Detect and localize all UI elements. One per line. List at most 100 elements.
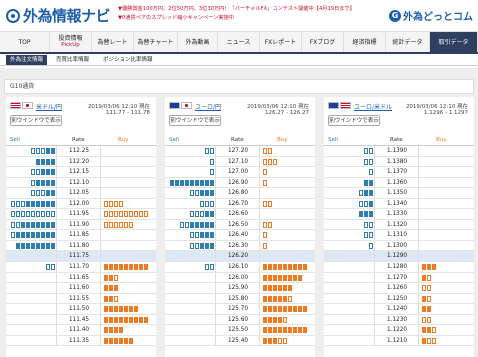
rate-value: 1.1280: [387, 264, 407, 271]
sell-cell: [165, 251, 215, 261]
nav-rates[interactable]: 為替レート: [92, 32, 134, 52]
sell-cell: [324, 325, 374, 335]
rate-value: 1.1220: [387, 327, 407, 334]
cell-divider: [56, 167, 57, 178]
buy-cell: [102, 230, 154, 240]
open-window-button[interactable]: 別ウインドウで表示: [10, 115, 62, 126]
rate-value: 111.90: [69, 221, 89, 228]
sell-cell: [6, 273, 56, 283]
order-row: 1.1370: [324, 167, 474, 178]
buy-cell: [420, 230, 472, 240]
currency-pair-link[interactable]: 米ドル/円: [36, 102, 62, 111]
sell-order-mark: [210, 232, 214, 239]
campaign-notice-1[interactable]: ▼優勝賞金100万円、2位50万円、3位30万円！「バーチャルFX」コンテスト開…: [118, 5, 355, 12]
cell-divider: [418, 230, 419, 241]
buy-cell: [102, 199, 154, 209]
sell-cell: [165, 304, 215, 314]
order-row: 111.90: [6, 219, 156, 231]
buy-cell: [102, 157, 154, 167]
nav-fx-report[interactable]: FXレポート: [260, 32, 302, 52]
nav-fx-blog[interactable]: FXブログ: [302, 32, 344, 52]
order-row: 112.10: [6, 177, 156, 189]
cell-divider: [215, 219, 216, 230]
update-time: 2019/03/06 12:10 現在: [246, 104, 309, 110]
sell-order-mark: [51, 221, 55, 228]
currency-pair-link[interactable]: ユーロ/円: [195, 102, 221, 111]
buy-cell: [420, 220, 472, 230]
sell-stop-mark: [200, 211, 204, 218]
sell-cell: [165, 157, 215, 167]
order-row: 126.80: [165, 188, 315, 199]
cell-divider: [100, 283, 101, 294]
buy-order-mark: [293, 306, 297, 313]
buy-stop-mark: [134, 211, 138, 218]
cell-divider: [215, 198, 216, 209]
order-row: 1.1210: [324, 335, 474, 347]
order-row: 1.1350: [324, 188, 474, 199]
buy-cell: [261, 304, 313, 314]
sell-order-mark: [200, 190, 204, 197]
rate-value: 1.1210: [387, 337, 407, 344]
cell-divider: [374, 314, 375, 325]
cell-divider: [418, 314, 419, 325]
sell-order-mark: [210, 221, 214, 228]
cell-divider: [56, 251, 57, 262]
cell-divider: [418, 177, 419, 188]
sell-cell: [324, 251, 374, 261]
sell-order-mark: [46, 221, 50, 228]
subtab-order-info[interactable]: 外為注文情報: [6, 55, 48, 65]
nav-charts[interactable]: 為替チャート: [134, 32, 178, 52]
order-table: Sell Rate Buy 112.25 112.20 112.15 112.10 112.0…: [6, 136, 156, 347]
sell-order-mark: [31, 242, 35, 249]
sell-order-mark: [195, 221, 199, 228]
buy-cell: [261, 188, 313, 198]
order-row: 125.50: [165, 325, 315, 336]
buy-cell: [420, 251, 472, 261]
sell-stop-mark: [11, 232, 15, 239]
cell-divider: [418, 188, 419, 199]
campaign-notice-2[interactable]: ▼0通貨ペアのスプレッド縮小キャンペーン実施中: [118, 14, 234, 21]
sell-order-mark: [16, 232, 20, 239]
buy-order-mark: [114, 306, 118, 313]
nav-top[interactable]: TOP: [0, 32, 50, 52]
cell-divider: [100, 304, 101, 315]
buy-stop-mark: [427, 316, 431, 323]
subtab-trade-ratio[interactable]: 売買比率情報: [52, 55, 93, 65]
cell-divider: [374, 293, 375, 304]
buy-order-mark: [109, 285, 113, 292]
sell-order-mark: [26, 232, 30, 239]
subtab-position-ratio[interactable]: ポジション比率情報: [99, 55, 157, 65]
sell-stop-mark: [205, 200, 209, 207]
nav-videos[interactable]: 外為動画: [178, 32, 218, 52]
nav-statistics[interactable]: 統計データ: [386, 32, 430, 52]
buy-order-mark: [104, 306, 108, 313]
site-logo[interactable]: 外為情報ナビ: [6, 5, 111, 26]
nav-trade-data[interactable]: 取引データ: [430, 32, 478, 52]
buy-cell: [261, 262, 313, 272]
cell-divider: [100, 335, 101, 346]
currency-pair-link[interactable]: ユーロ/米ドル: [354, 102, 392, 111]
buy-order-mark: [273, 306, 277, 313]
open-window-button[interactable]: 別ウインドウで表示: [328, 115, 380, 126]
rate-value: 111.60: [69, 285, 89, 292]
cell-divider: [215, 251, 216, 262]
rate-header: Rate: [72, 137, 85, 143]
sell-stop-mark: [364, 158, 368, 165]
nav-economic-indicators[interactable]: 経済指標: [344, 32, 386, 52]
cell-divider: [100, 251, 101, 262]
cell-divider: [215, 314, 216, 325]
sell-order-mark: [200, 221, 204, 228]
sell-order-mark: [46, 158, 50, 165]
sell-cell: [165, 220, 215, 230]
cell-divider: [100, 219, 101, 230]
nav-label: FXレポート: [264, 38, 297, 46]
open-window-button[interactable]: 別ウインドウで表示: [169, 115, 221, 126]
nav-news[interactable]: ニュース: [218, 32, 260, 52]
rate-value: 1.1330: [387, 211, 407, 218]
brand-logo[interactable]: G 外為どっとコム: [389, 8, 473, 23]
sell-cell: [324, 146, 374, 156]
sell-stop-mark: [210, 148, 214, 154]
cell-divider: [215, 209, 216, 220]
buy-stop-mark: [263, 169, 267, 176]
nav-investment-info[interactable]: 投資情報 PickUp: [50, 32, 92, 52]
